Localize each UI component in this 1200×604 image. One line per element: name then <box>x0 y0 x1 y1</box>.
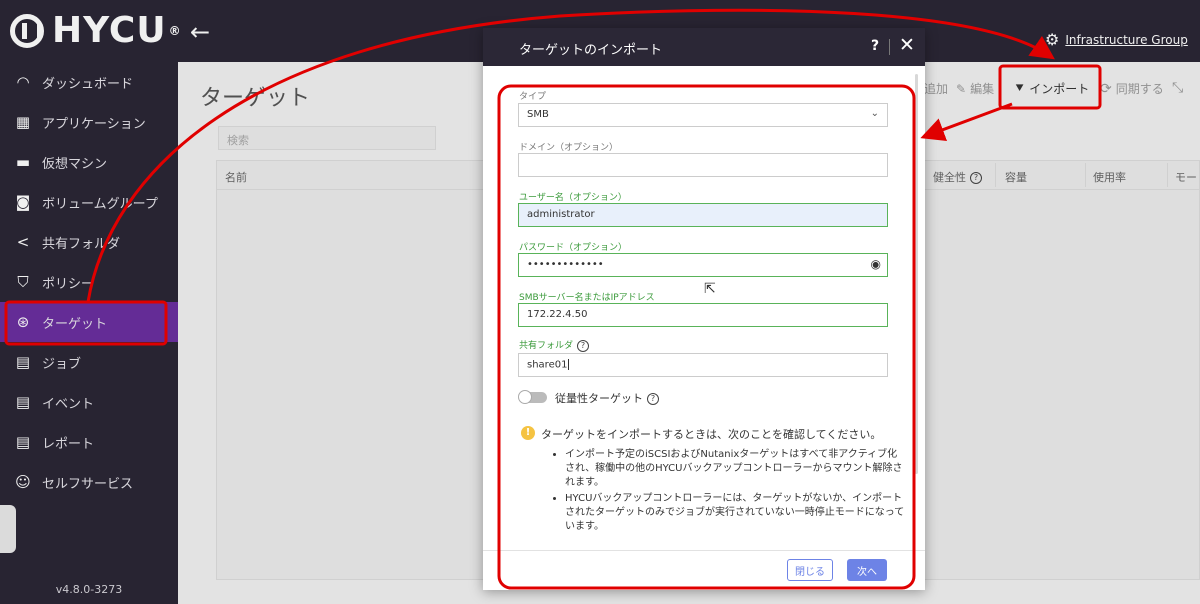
annotation-overlay <box>4 8 1102 590</box>
app-window: HYCU ® ← ⚙ Infrastructure Group ◠ ダッシュボード… <box>0 0 1200 604</box>
annotation-arrow-import-to-dialog <box>920 102 1013 141</box>
highlight-targets-nav <box>4 300 168 346</box>
highlight-import-button <box>998 64 1102 110</box>
highlight-dialog-form <box>497 84 916 590</box>
annotation-arrow-nav-to-import <box>86 8 1055 303</box>
